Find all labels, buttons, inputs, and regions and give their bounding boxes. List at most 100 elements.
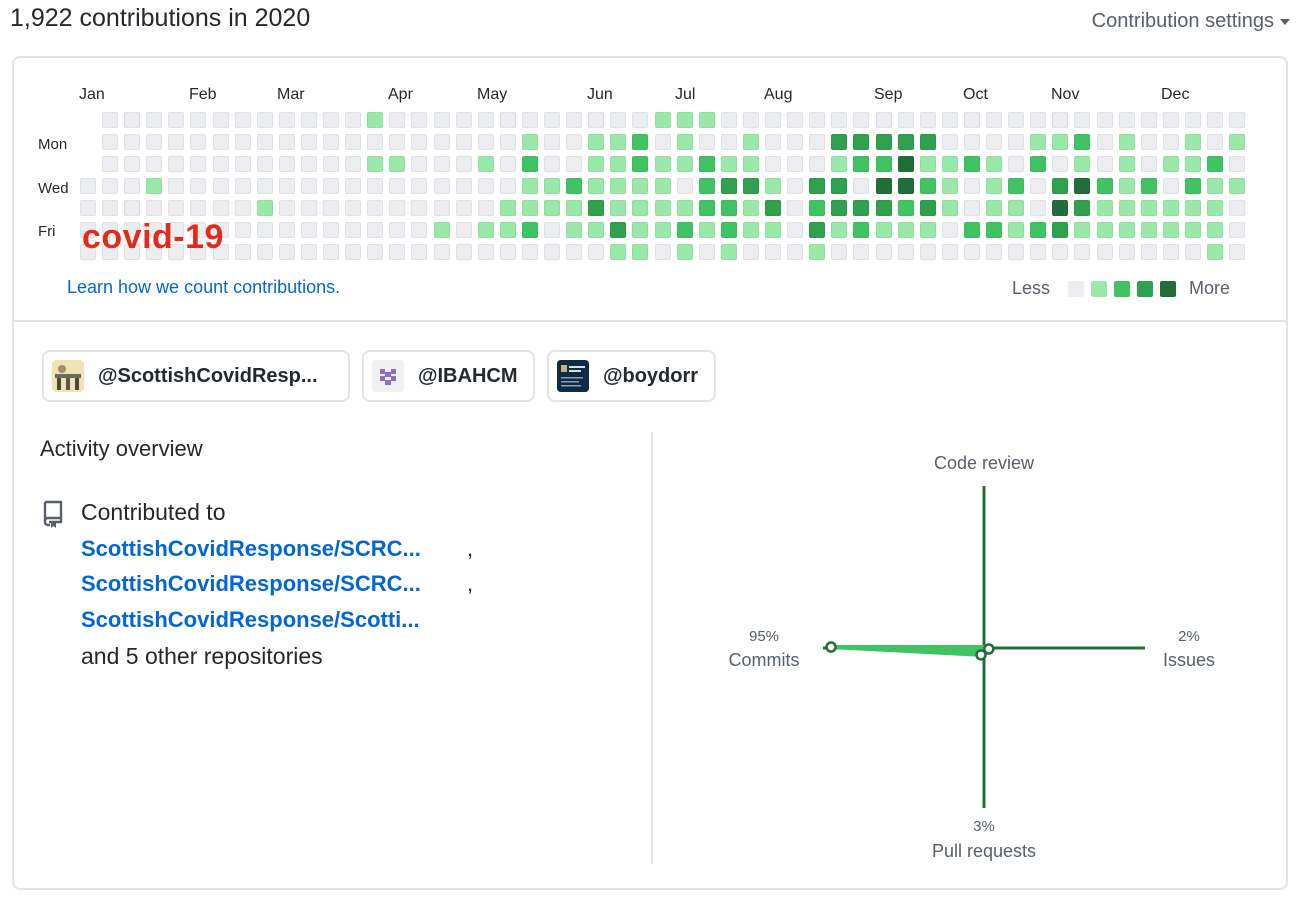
contribution-day-cell[interactable] <box>698 134 715 150</box>
contribution-day-cell[interactable] <box>1162 178 1179 194</box>
contribution-day-cell[interactable] <box>809 200 826 216</box>
contribution-day-cell[interactable] <box>433 134 450 150</box>
contribution-day-cell[interactable] <box>1030 200 1047 216</box>
contribution-day-cell[interactable] <box>1030 222 1047 238</box>
contribution-day-cell[interactable] <box>875 112 892 128</box>
contribution-day-cell[interactable] <box>1162 222 1179 238</box>
contribution-day-cell[interactable] <box>1184 156 1201 172</box>
contribution-day-cell[interactable] <box>323 244 339 260</box>
contribution-day-cell[interactable] <box>234 134 251 150</box>
contribution-day-cell[interactable] <box>1052 112 1069 128</box>
contribution-day-cell[interactable] <box>1096 222 1113 238</box>
contribution-day-cell[interactable] <box>831 112 848 128</box>
contribution-day-cell[interactable] <box>234 200 251 216</box>
contribution-day-cell[interactable] <box>742 178 759 194</box>
contribution-day-cell[interactable] <box>588 112 605 128</box>
contribution-day-cell[interactable] <box>102 156 118 172</box>
contribution-day-cell[interactable] <box>787 178 804 194</box>
org-filter-boydorr[interactable]: @boydorr <box>547 350 716 402</box>
contribution-day-cell[interactable] <box>588 222 605 238</box>
contribution-day-cell[interactable] <box>1207 222 1223 238</box>
contribution-day-cell[interactable] <box>1162 244 1179 260</box>
contribution-day-cell[interactable] <box>809 178 826 194</box>
contribution-day-cell[interactable] <box>1118 244 1135 260</box>
contribution-day-cell[interactable] <box>941 178 958 194</box>
contribution-day-cell[interactable] <box>720 112 737 128</box>
contribution-day-cell[interactable] <box>80 200 96 216</box>
contribution-day-cell[interactable] <box>963 156 980 172</box>
contribution-day-cell[interactable] <box>278 156 295 172</box>
contribution-day-cell[interactable] <box>963 244 980 260</box>
contribution-day-cell[interactable] <box>212 112 229 128</box>
contribution-day-cell[interactable] <box>765 222 781 238</box>
contribution-day-cell[interactable] <box>367 156 384 172</box>
contribution-day-cell[interactable] <box>610 200 627 216</box>
contribution-day-cell[interactable] <box>1207 200 1223 216</box>
contribution-day-cell[interactable] <box>411 156 428 172</box>
contribution-day-cell[interactable] <box>212 134 229 150</box>
org-filter-scottishcovidresponse[interactable]: @ScottishCovidResp... <box>42 350 350 402</box>
contribution-day-cell[interactable] <box>765 134 781 150</box>
contribution-day-cell[interactable] <box>610 156 627 172</box>
contribution-day-cell[interactable] <box>80 178 96 194</box>
contribution-day-cell[interactable] <box>256 200 273 216</box>
contribution-day-cell[interactable] <box>1096 178 1113 194</box>
contribution-day-cell[interactable] <box>455 244 472 260</box>
repo-link[interactable]: ScottishCovidResponse/SCRC... <box>81 571 421 597</box>
contribution-day-cell[interactable] <box>941 200 958 216</box>
contribution-day-cell[interactable] <box>212 178 229 194</box>
contribution-day-cell[interactable] <box>919 156 936 172</box>
contribution-day-cell[interactable] <box>1096 112 1113 128</box>
contribution-day-cell[interactable] <box>919 112 936 128</box>
contribution-day-cell[interactable] <box>389 244 406 260</box>
contribution-day-cell[interactable] <box>1207 112 1223 128</box>
contribution-day-cell[interactable] <box>521 178 538 194</box>
contribution-day-cell[interactable] <box>521 134 538 150</box>
contribution-day-cell[interactable] <box>544 222 560 238</box>
contribution-day-cell[interactable] <box>256 244 273 260</box>
contribution-day-cell[interactable] <box>566 178 583 194</box>
contribution-day-cell[interactable] <box>1030 244 1047 260</box>
contribution-day-cell[interactable] <box>300 178 317 194</box>
contribution-day-cell[interactable] <box>1184 222 1201 238</box>
contribution-day-cell[interactable] <box>124 200 141 216</box>
contribution-day-cell[interactable] <box>831 156 848 172</box>
contribution-day-cell[interactable] <box>345 222 362 238</box>
contribution-day-cell[interactable] <box>654 112 671 128</box>
contribution-day-cell[interactable] <box>1118 156 1135 172</box>
contribution-day-cell[interactable] <box>1184 134 1201 150</box>
contribution-day-cell[interactable] <box>632 222 649 238</box>
contribution-day-cell[interactable] <box>433 244 450 260</box>
contribution-day-cell[interactable] <box>897 200 914 216</box>
contribution-day-cell[interactable] <box>256 112 273 128</box>
contribution-day-cell[interactable] <box>1096 244 1113 260</box>
contribution-day-cell[interactable] <box>919 134 936 150</box>
contribution-day-cell[interactable] <box>499 156 516 172</box>
repo-link[interactable]: ScottishCovidResponse/Scotti... <box>81 607 420 633</box>
contribution-day-cell[interactable] <box>1052 156 1069 172</box>
contribution-day-cell[interactable] <box>389 156 406 172</box>
contribution-day-cell[interactable] <box>1030 156 1047 172</box>
contribution-day-cell[interactable] <box>654 222 671 238</box>
contribution-day-cell[interactable] <box>1008 244 1025 260</box>
contribution-day-cell[interactable] <box>234 112 251 128</box>
contribution-day-cell[interactable] <box>323 112 339 128</box>
contribution-day-cell[interactable] <box>146 156 163 172</box>
contribution-day-cell[interactable] <box>676 112 693 128</box>
contribution-day-cell[interactable] <box>345 134 362 150</box>
contribution-day-cell[interactable] <box>897 244 914 260</box>
contribution-day-cell[interactable] <box>1074 156 1091 172</box>
contribution-day-cell[interactable] <box>566 134 583 150</box>
contribution-day-cell[interactable] <box>1030 178 1047 194</box>
contribution-day-cell[interactable] <box>1140 178 1157 194</box>
contribution-day-cell[interactable] <box>1140 112 1157 128</box>
contribution-day-cell[interactable] <box>499 222 516 238</box>
contribution-day-cell[interactable] <box>986 244 1002 260</box>
contribution-day-cell[interactable] <box>654 200 671 216</box>
contribution-day-cell[interactable] <box>1118 112 1135 128</box>
contribution-day-cell[interactable] <box>1118 134 1135 150</box>
contribution-day-cell[interactable] <box>367 222 384 238</box>
contribution-day-cell[interactable] <box>588 134 605 150</box>
contribution-day-cell[interactable] <box>566 112 583 128</box>
contribution-day-cell[interactable] <box>1052 134 1069 150</box>
